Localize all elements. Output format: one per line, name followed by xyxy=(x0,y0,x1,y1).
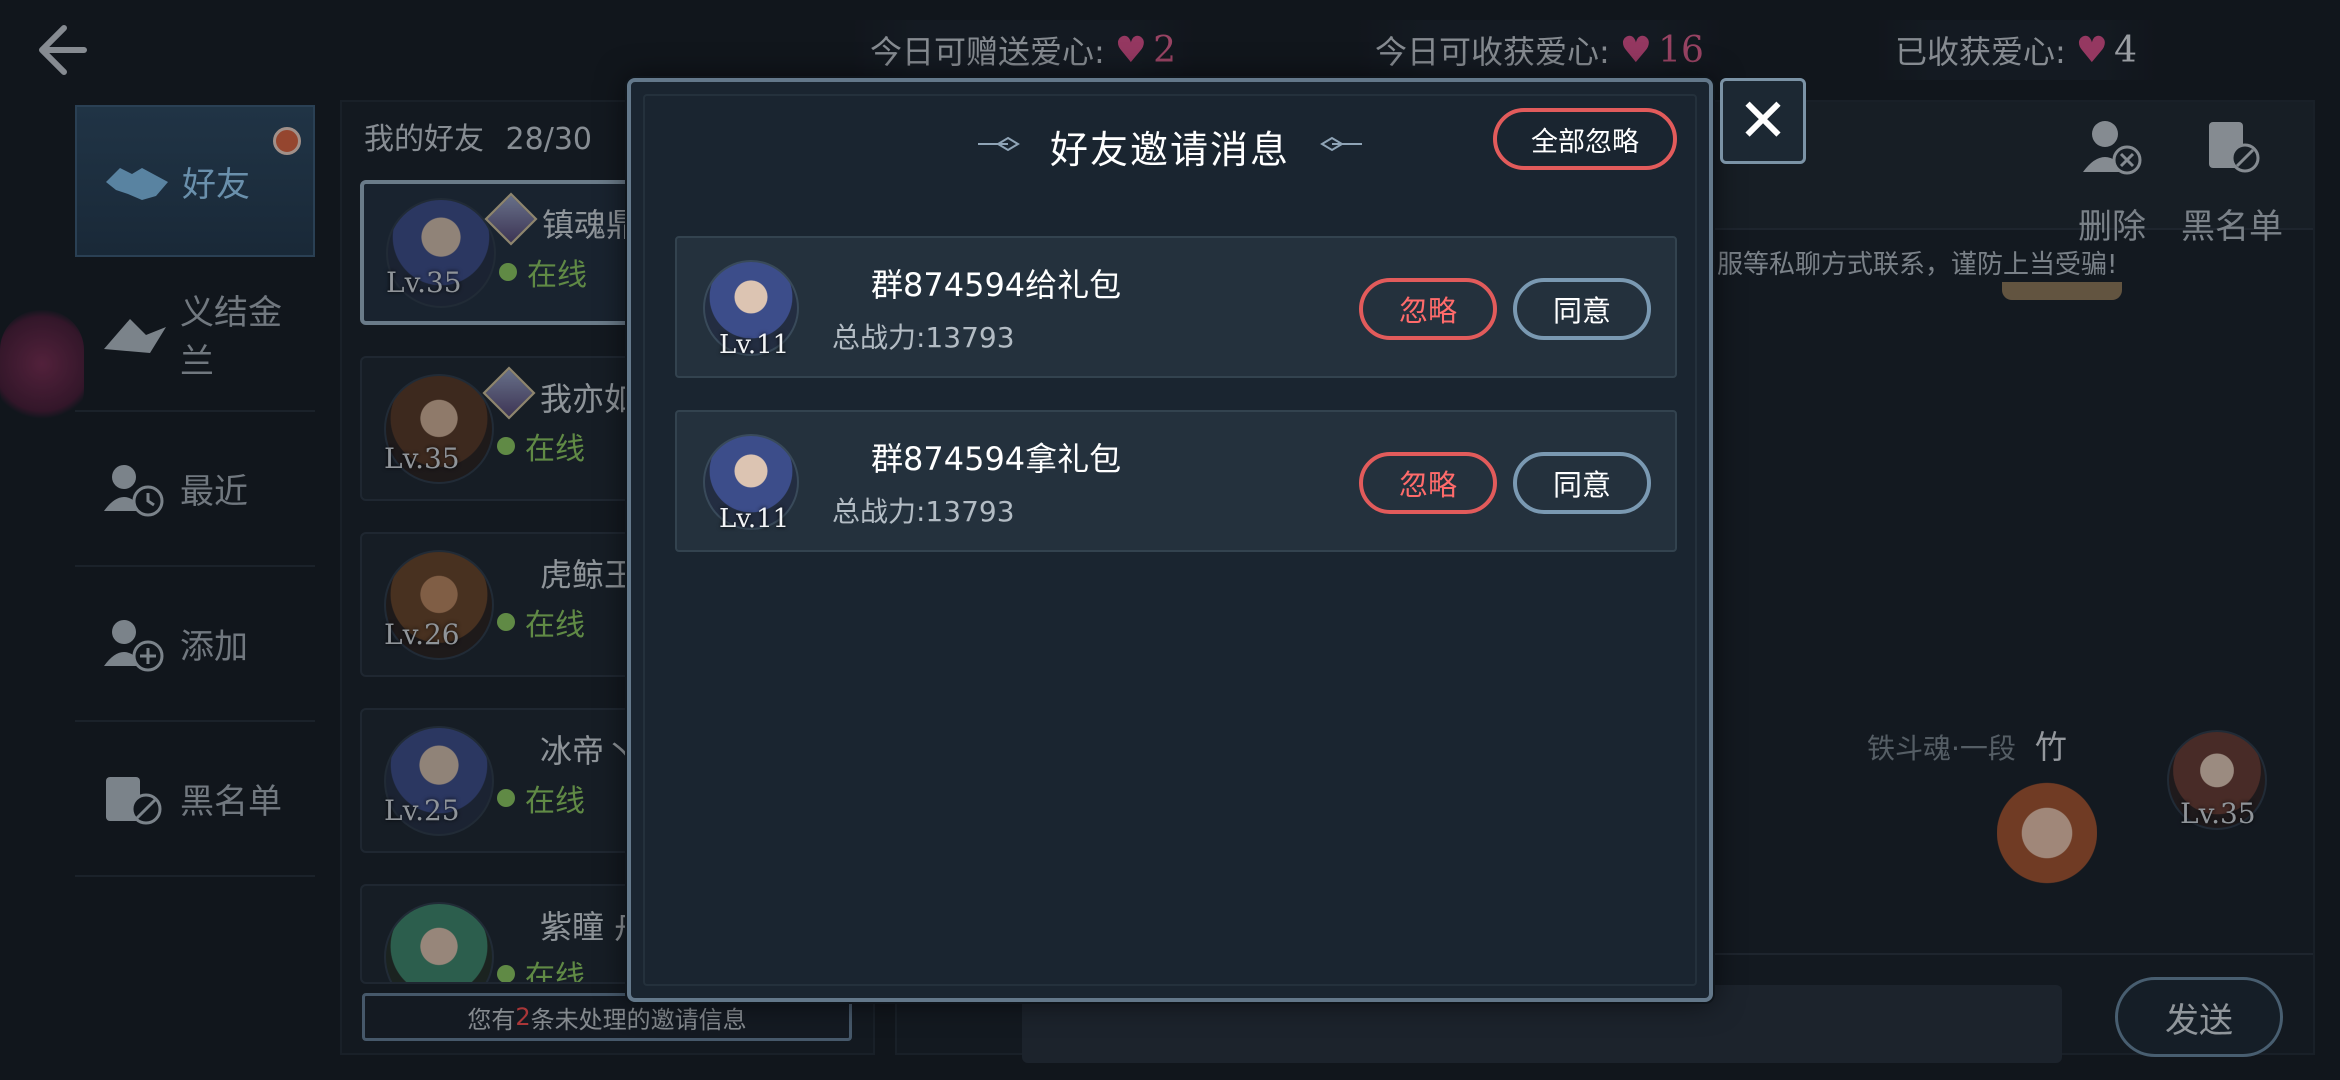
ignore-button[interactable]: 忽略 xyxy=(1359,278,1497,340)
close-icon: ✕ xyxy=(1737,86,1789,156)
modal-title: 好友邀请消息 xyxy=(1049,127,1290,172)
ignore-all-button[interactable]: 全部忽略 xyxy=(1493,108,1677,170)
invite-row: Lv.11 群874594拿礼包 总战力:13793 忽略 同意 xyxy=(675,410,1677,552)
accept-button[interactable]: 同意 xyxy=(1513,278,1651,340)
invite-level: Lv.11 xyxy=(719,504,790,534)
invite-row: Lv.11 群874594给礼包 总战力:13793 忽略 同意 xyxy=(675,236,1677,378)
invite-power: 总战力:13793 xyxy=(832,495,1015,528)
invite-power: 总战力:13793 xyxy=(832,321,1015,354)
accept-button[interactable]: 同意 xyxy=(1513,452,1651,514)
invite-level: Lv.11 xyxy=(719,330,790,360)
title-left-ornament-icon xyxy=(977,131,1028,161)
friend-invite-modal: 好友邀请消息 全部忽略 Lv.11 群874594给礼包 总战力:13793 忽… xyxy=(627,78,1713,1002)
close-modal-button[interactable]: ✕ xyxy=(1720,78,1806,164)
invite-name: 群874594给礼包 xyxy=(871,266,1122,304)
title-right-ornament-icon xyxy=(1312,131,1362,161)
invite-name: 群874594拿礼包 xyxy=(871,440,1122,478)
ignore-button[interactable]: 忽略 xyxy=(1359,452,1497,514)
